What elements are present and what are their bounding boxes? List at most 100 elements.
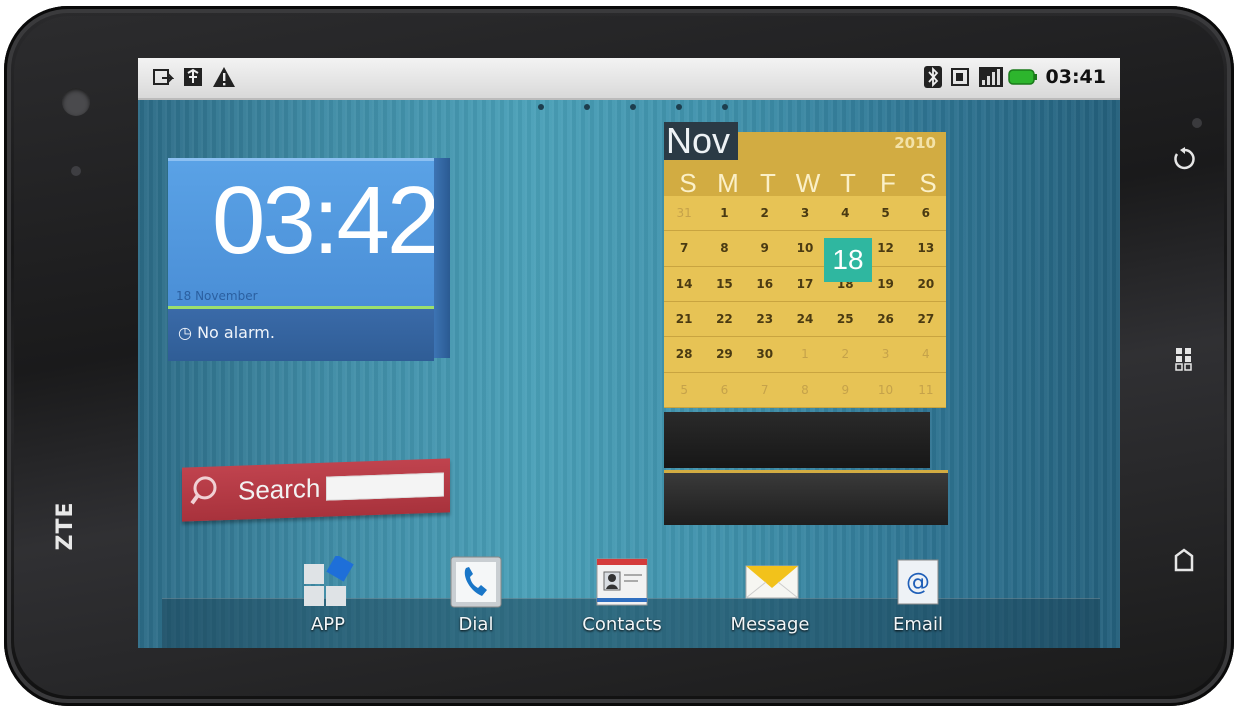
calendar-grid: 3112345678910111213141516171819202122232… bbox=[664, 196, 946, 408]
page-dot[interactable] bbox=[538, 104, 544, 110]
calendar-day[interactable]: 6 bbox=[905, 196, 946, 232]
home-icon[interactable] bbox=[1164, 546, 1204, 581]
menu-icon[interactable] bbox=[1164, 346, 1204, 379]
page-dot[interactable] bbox=[722, 104, 728, 110]
search-widget[interactable]: Search bbox=[182, 458, 450, 522]
status-bar: 03:41 bbox=[138, 58, 1120, 100]
clock-face: 03:42 18 November bbox=[168, 158, 440, 309]
light-sensor bbox=[71, 166, 81, 176]
back-icon[interactable] bbox=[1164, 146, 1204, 179]
calendar-day[interactable]: 1 bbox=[704, 196, 745, 232]
sim-icon bbox=[950, 66, 972, 88]
calendar-day[interactable]: 7 bbox=[744, 373, 785, 408]
contacts-app[interactable]: Contacts bbox=[572, 556, 672, 635]
page-dot[interactable] bbox=[676, 104, 682, 110]
dial-app[interactable]: Dial bbox=[426, 556, 526, 635]
calendar-day[interactable]: 31 bbox=[664, 196, 705, 232]
message-app[interactable]: Message bbox=[720, 556, 820, 635]
calendar-day[interactable]: 3 bbox=[865, 337, 906, 373]
signal-icon bbox=[978, 66, 1004, 88]
calendar-day[interactable]: 2 bbox=[825, 337, 866, 373]
front-camera bbox=[62, 88, 90, 116]
calendar-day[interactable]: 14 bbox=[664, 267, 705, 302]
calendar-day[interactable]: 6 bbox=[704, 373, 745, 408]
calendar-day[interactable]: 1 bbox=[784, 337, 826, 373]
calendar-day[interactable]: 4 bbox=[825, 196, 866, 232]
alarm-text: No alarm. bbox=[197, 323, 275, 342]
weekday-label: M bbox=[717, 168, 739, 198]
calendar-year: 2010 bbox=[894, 134, 936, 152]
svg-text:@: @ bbox=[906, 568, 930, 596]
clock-time: 03:42 bbox=[212, 167, 440, 274]
calendar-day[interactable]: 21 bbox=[664, 302, 705, 338]
calendar-day[interactable]: 28 bbox=[664, 337, 705, 373]
calendar-widget[interactable]: 2010 S M T W T F S Nov 31123456789101112… bbox=[660, 120, 950, 525]
calendar-day[interactable]: 4 bbox=[905, 337, 946, 373]
calendar-day[interactable]: 8 bbox=[784, 373, 826, 408]
weekday-row: S M T W T F S bbox=[668, 168, 948, 199]
clock-widget[interactable]: 03:42 18 November ◷ No alarm. bbox=[168, 158, 450, 361]
calendar-day[interactable]: 25 bbox=[825, 302, 866, 338]
page-indicator bbox=[538, 104, 728, 112]
app-label: Email bbox=[893, 614, 943, 635]
calendar-day[interactable]: 5 bbox=[865, 196, 906, 232]
calendar-day[interactable]: 10 bbox=[865, 373, 906, 408]
calendar-day[interactable]: 7 bbox=[664, 231, 705, 267]
calendar-day[interactable]: 2 bbox=[744, 196, 785, 232]
calendar-day[interactable]: 20 bbox=[905, 267, 946, 302]
bluetooth-icon bbox=[924, 66, 942, 88]
calendar-month: Nov bbox=[664, 122, 738, 160]
search-icon bbox=[190, 474, 222, 507]
battery-icon bbox=[1008, 66, 1038, 88]
search-input[interactable] bbox=[326, 472, 444, 501]
calendar-day[interactable]: 17 bbox=[784, 267, 826, 302]
app-label: Message bbox=[730, 614, 810, 635]
app-label: APP bbox=[310, 614, 346, 635]
alarm-status: ◷ No alarm. bbox=[178, 323, 275, 342]
weekday-label: T bbox=[840, 168, 856, 198]
calendar-day[interactable]: 10 bbox=[784, 231, 826, 267]
alarm-bar[interactable]: ◷ No alarm. bbox=[168, 309, 434, 361]
calendar-day[interactable]: 9 bbox=[825, 373, 866, 408]
calendar-day[interactable]: 24 bbox=[784, 302, 826, 338]
weekday-label: W bbox=[795, 168, 821, 198]
status-time: 03:41 bbox=[1045, 66, 1106, 88]
calendar-day[interactable]: 8 bbox=[704, 231, 745, 267]
email-at-icon: @ bbox=[892, 556, 944, 608]
calendar-day[interactable]: 11 bbox=[905, 373, 946, 408]
calendar-day[interactable]: 15 bbox=[704, 267, 745, 302]
weekday-label: F bbox=[880, 168, 896, 198]
calendar-day[interactable]: 29 bbox=[704, 337, 745, 373]
app-label: Dial bbox=[458, 614, 494, 635]
weekday-label: T bbox=[760, 168, 776, 198]
calendar-day[interactable]: 9 bbox=[744, 231, 785, 267]
calendar-day[interactable]: 22 bbox=[704, 302, 745, 338]
today-highlight[interactable]: 18 bbox=[824, 238, 872, 282]
screen: 03:41 03:42 18 November ◷ No alarm. Sear… bbox=[138, 58, 1120, 648]
calendar-day[interactable]: 13 bbox=[905, 231, 946, 267]
apps-grid-icon bbox=[302, 554, 354, 608]
email-app[interactable]: @ Email bbox=[868, 556, 968, 635]
contacts-card-icon bbox=[596, 556, 648, 608]
calendar-day[interactable]: 5 bbox=[664, 373, 705, 408]
search-bar[interactable]: Search bbox=[182, 458, 450, 522]
weekday-label: S bbox=[679, 168, 697, 198]
calendar-day[interactable]: 30 bbox=[744, 337, 785, 373]
warning-icon bbox=[212, 66, 236, 88]
calendar-day[interactable]: 27 bbox=[905, 302, 946, 338]
app-drawer-button[interactable]: APP bbox=[278, 554, 378, 635]
page-dot[interactable] bbox=[630, 104, 636, 110]
page-dot[interactable] bbox=[584, 104, 590, 110]
alarm-clock-icon: ◷ bbox=[178, 323, 192, 342]
calendar-day[interactable]: 16 bbox=[744, 267, 785, 302]
calendar-day[interactable]: 26 bbox=[865, 302, 906, 338]
calendar-day[interactable]: 23 bbox=[744, 302, 785, 338]
phone-icon bbox=[450, 556, 502, 608]
brand-logo: ZTE bbox=[53, 501, 78, 551]
app-label: Contacts bbox=[582, 614, 662, 635]
weekday-label: S bbox=[919, 168, 937, 198]
clock-date: 18 November bbox=[176, 289, 258, 303]
calendar-day[interactable]: 3 bbox=[784, 196, 826, 232]
clock-side bbox=[434, 158, 450, 358]
proximity-sensor bbox=[1192, 118, 1202, 128]
